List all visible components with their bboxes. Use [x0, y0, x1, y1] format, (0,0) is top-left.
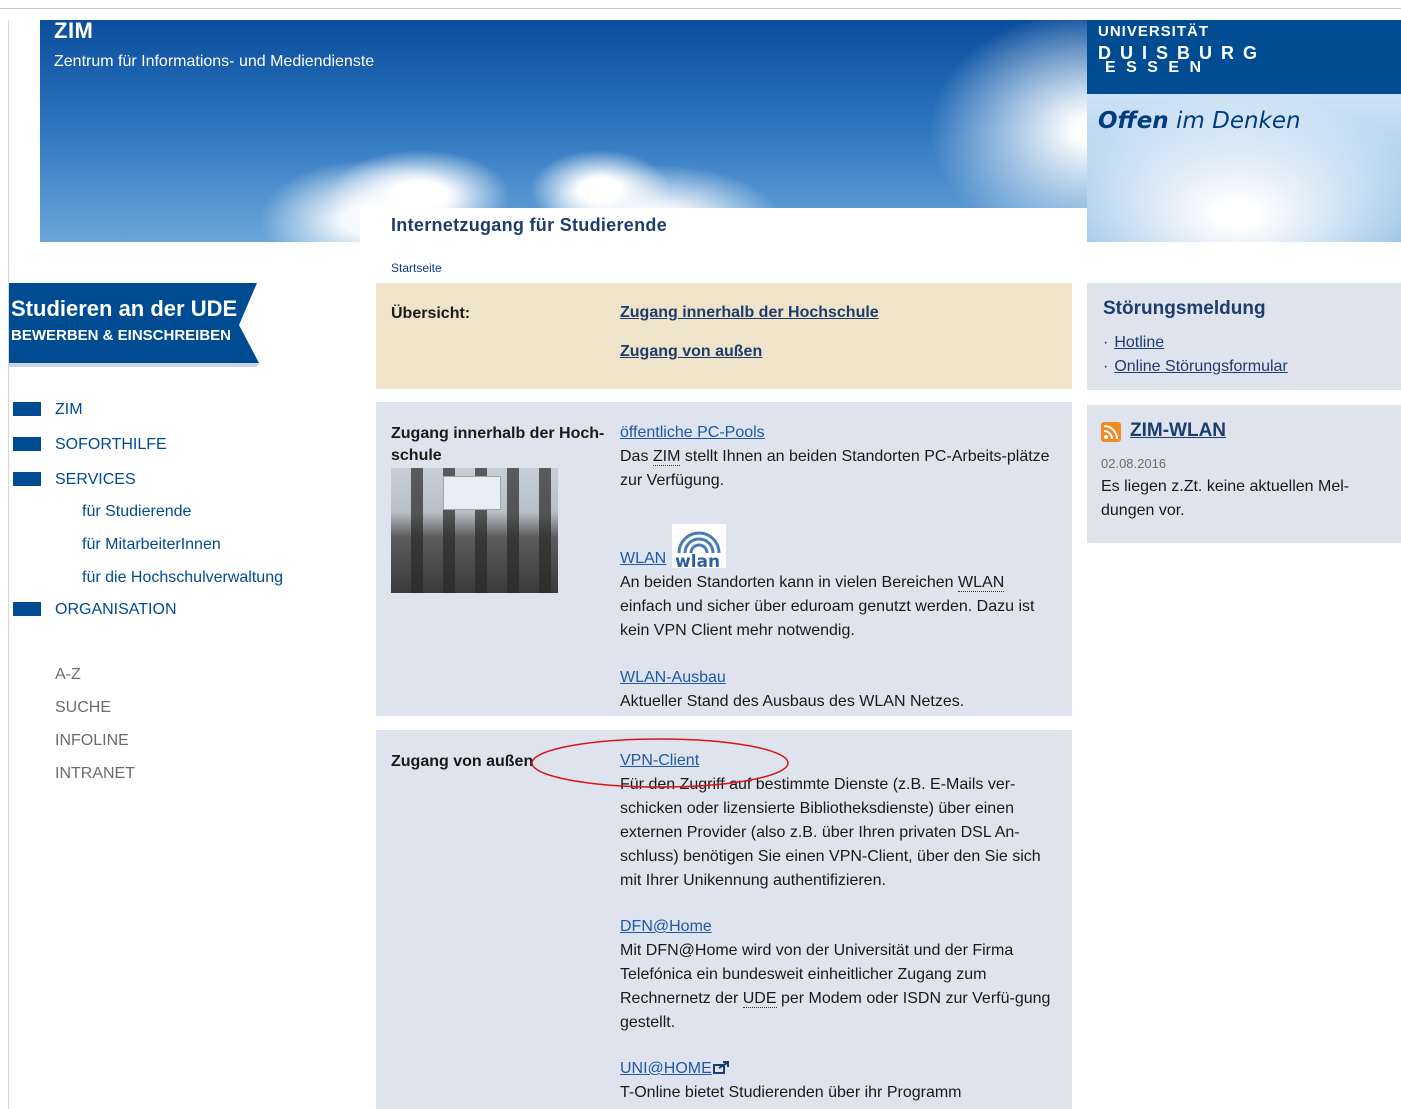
nav-subitem-label: für Studierende	[82, 503, 192, 520]
wlan-text-pre: An beiden Standorten kann in vielen Bere…	[620, 574, 959, 591]
overview-links: Zugang innerhalb der Hochschule Zugang v…	[620, 301, 1055, 364]
inner-access-label-line1: Zugang innerhalb der Hoch-	[391, 425, 605, 442]
util-link-intranet[interactable]: INTRANET	[55, 765, 135, 798]
nav-item-soforthilfe[interactable]: SOFORTHILFE	[13, 435, 343, 470]
nav-label: ZIM	[55, 401, 83, 418]
stoerungsmeldung-links: · Hotline · Online Störungsformular	[1103, 331, 1288, 379]
nav-label: ORGANISATION	[55, 601, 177, 618]
svg-text:wlan: wlan	[675, 552, 720, 569]
annotation-ellipse	[531, 738, 789, 788]
university-name: D U I S B U R G E S S E N	[1098, 44, 1259, 77]
rss-icon[interactable]	[1101, 422, 1121, 442]
link-uni-home[interactable]: UNI@HOME	[620, 1060, 712, 1077]
inner-access-box: Zugang innerhalb der Hoch- schule öffent…	[376, 402, 1072, 716]
banner-title: Studieren an der UDE	[11, 296, 238, 321]
abbr-wlan: WLAN	[958, 574, 1005, 592]
bullet-icon: ·	[1103, 358, 1109, 375]
nav-item-zim[interactable]: ZIM	[13, 400, 343, 435]
left-divider	[8, 20, 9, 1109]
study-banner[interactable]: Studieren an der UDE BEWERBEN & EINSCHRE…	[9, 283, 259, 367]
zim-title[interactable]: ZIM	[54, 18, 93, 44]
banner-subtitle: BEWERBEN & EINSCHREIBEN	[11, 327, 232, 344]
link-dfn-home[interactable]: DFN@Home	[620, 918, 712, 935]
university-label: UNIVERSITÄT	[1098, 23, 1210, 40]
util-link-suche[interactable]: SUCHE	[55, 699, 135, 732]
university-logo[interactable]: UNIVERSITÄT D U I S B U R G E S S E N	[1087, 20, 1401, 94]
inner-access-label-line2: schule	[391, 447, 442, 464]
pc-pool-photo	[391, 468, 558, 593]
link-zugang-aussen[interactable]: Zugang von außen	[620, 343, 762, 360]
link-hotline[interactable]: Hotline	[1114, 334, 1164, 351]
nav-marker	[13, 402, 41, 416]
zim-subtitle: Zentrum für Informations- und Mediendien…	[54, 53, 375, 70]
vpn-text: Für den Zugriff auf bestimmte Dienste (z…	[620, 776, 1041, 889]
slogan: Offen im Denken	[1098, 108, 1301, 134]
overview-box: Übersicht: Zugang innerhalb der Hochschu…	[376, 283, 1072, 389]
outer-access-label: Zugang von außen	[391, 753, 534, 770]
stoerungsmeldung-box: Störungsmeldung · Hotline · Online Störung…	[1087, 283, 1401, 390]
nav-marker	[13, 602, 41, 616]
page-title: Internetzugang für Studierende	[391, 215, 668, 235]
external-link-icon	[712, 1058, 730, 1074]
link-wlan-ausbau[interactable]: WLAN-Ausbau	[620, 669, 726, 686]
pcpools-text-pre: Das	[620, 448, 653, 465]
nav-subitem-mitarbeiter[interactable]: für MitarbeiterInnen	[13, 532, 343, 565]
abbr-ude: UDE	[742, 990, 777, 1008]
inner-access-content: öffentliche PC-Pools Das ZIM stellt Ihne…	[620, 421, 1055, 714]
util-link-infoline[interactable]: INFOLINE	[55, 732, 135, 765]
zim-wlan-feed-box: ZIM-WLAN 02.08.2016 Es liegen z.Zt. kein…	[1087, 405, 1401, 543]
main-navigation: ZIM SOFORTHILFE SERVICES für Studierende…	[13, 400, 343, 635]
feed-date: 02.08.2016	[1101, 456, 1167, 471]
link-stoerungsformular[interactable]: Online Störungsformular	[1114, 358, 1287, 375]
nav-label: SERVICES	[55, 471, 136, 488]
slogan-bold: Offen	[1098, 108, 1169, 134]
wlan-logo-icon[interactable]: wlan	[671, 523, 727, 572]
page-title-bar: Internetzugang für Studierende	[360, 208, 1087, 243]
stoerungsmeldung-title: Störungsmeldung	[1103, 298, 1266, 319]
overview-label: Übersicht:	[391, 305, 471, 322]
zim-wlan-feed-title[interactable]: ZIM-WLAN	[1130, 420, 1226, 442]
pcpools-text-post: stellt Ihnen an beiden Standorten PC-Arb…	[620, 448, 1050, 489]
nav-subitem-verwaltung[interactable]: für die Hochschulverwaltung	[13, 565, 343, 598]
feed-text: Es liegen z.Zt. keine aktuellen Mel-dung…	[1101, 478, 1350, 519]
link-zugang-innerhalb[interactable]: Zugang innerhalb der Hochschule	[620, 304, 879, 321]
ausbau-text: Aktueller Stand des Ausbaus des WLAN Net…	[620, 693, 965, 710]
inner-access-label: Zugang innerhalb der Hoch- schule	[391, 423, 604, 467]
top-divider	[0, 8, 1401, 9]
nav-label: SOFORTHILFE	[55, 436, 167, 453]
utility-links: A-Z SUCHE INFOLINE INTRANET	[55, 666, 135, 798]
slogan-rest: im Denken	[1168, 108, 1301, 134]
nav-item-organisation[interactable]: ORGANISATION	[13, 600, 343, 635]
whiteboard	[443, 476, 501, 510]
breadcrumb[interactable]: Startseite	[391, 261, 442, 275]
link-pc-pools[interactable]: öffentliche PC-Pools	[620, 424, 765, 441]
outer-access-content: VPN-Client Für den Zugriff auf bestimmte…	[620, 749, 1055, 1109]
nav-subitem-label: für die Hochschulverwaltung	[82, 569, 283, 586]
bullet-icon: ·	[1103, 334, 1109, 351]
abbr-zim: ZIM	[652, 448, 681, 466]
nav-subitem-studierende[interactable]: für Studierende	[13, 499, 343, 532]
wlan-text-post: einfach und sicher über eduroam genutzt …	[620, 598, 1035, 639]
nav-marker	[13, 472, 41, 486]
nav-marker	[13, 437, 41, 451]
unihome-text: T-Online bietet Studierenden über ihr Pr…	[620, 1084, 962, 1109]
util-link-az[interactable]: A-Z	[55, 666, 135, 699]
nav-subitem-label: für MitarbeiterInnen	[82, 536, 221, 553]
link-wlan[interactable]: WLAN	[620, 550, 666, 567]
